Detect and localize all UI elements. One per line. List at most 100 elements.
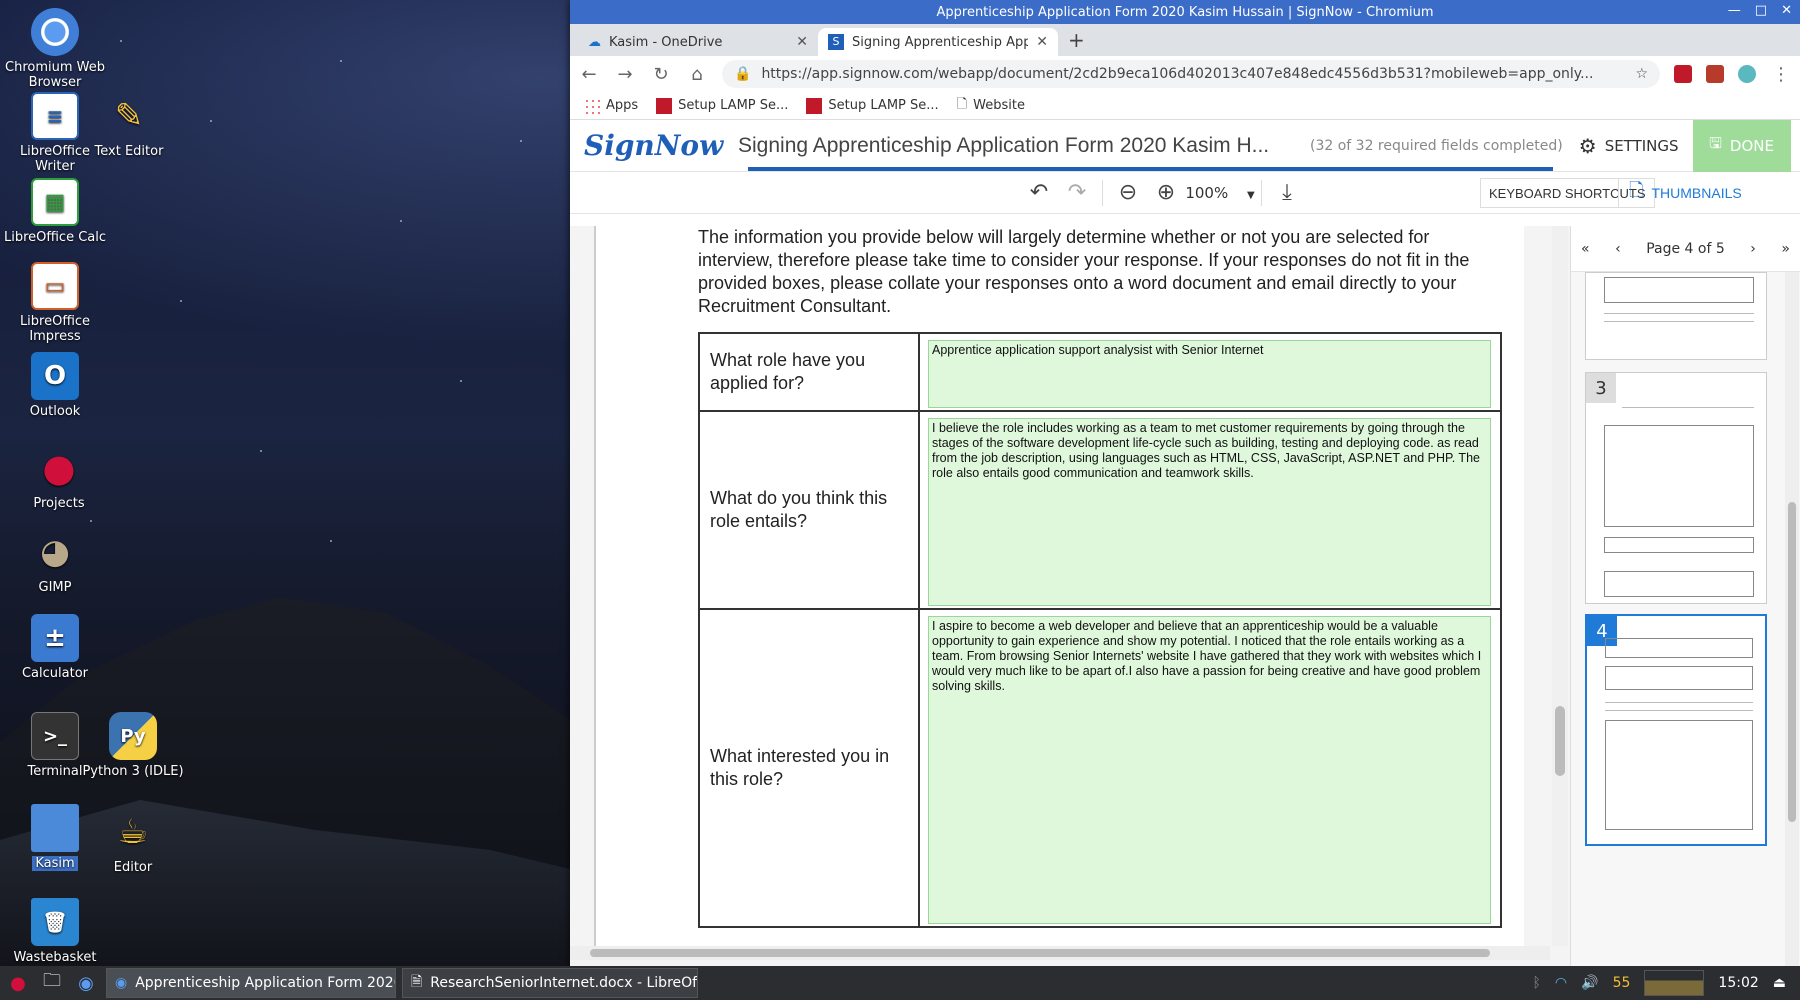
close-icon[interactable]: ✕ bbox=[1781, 3, 1792, 18]
document-page: The information you provide below will l… bbox=[594, 226, 1524, 946]
bookmark-apps[interactable]: Apps bbox=[584, 97, 639, 114]
question-cell: What do you think this role entails? bbox=[700, 412, 920, 608]
wifi-icon[interactable]: ◠ bbox=[1555, 975, 1567, 991]
desktop-icon-outlook[interactable]: O Outlook bbox=[0, 352, 110, 419]
tab-close-icon[interactable]: ✕ bbox=[796, 34, 808, 50]
maximize-icon[interactable]: □ bbox=[1755, 3, 1767, 18]
desktop-icon-libreoffice-impress[interactable]: ▭ LibreOffice Impress bbox=[0, 262, 110, 344]
desktop-icon-text-editor[interactable]: ✎ Text Editor bbox=[84, 92, 174, 159]
desktop-icon-label: LibreOffice Impress bbox=[19, 314, 91, 344]
taskbar-task-libreoffice[interactable]: 🗎 ResearchSeniorInternet.docx - LibreOff… bbox=[402, 968, 698, 998]
bookmark-website[interactable]: 🗋 Website bbox=[957, 95, 1025, 117]
chromium-icon bbox=[31, 8, 79, 56]
zoom-value: 100% bbox=[1185, 183, 1229, 202]
question-cell: What role have you applied for? bbox=[700, 334, 920, 410]
raspberry-menu-icon[interactable]: ● bbox=[4, 969, 32, 997]
tab-title: Kasim - OneDrive bbox=[609, 34, 723, 50]
bookmark-setup-lamp-1[interactable]: Setup LAMP Se... bbox=[656, 97, 788, 114]
page-thumbnail-2[interactable] bbox=[1585, 272, 1767, 360]
menu-kebab-icon[interactable]: ⋮ bbox=[1770, 64, 1792, 85]
minimize-icon[interactable]: — bbox=[1728, 3, 1741, 18]
volume-icon[interactable]: 🔊 bbox=[1581, 975, 1598, 991]
writer-icon: ≡ bbox=[31, 92, 79, 140]
tab-signnow[interactable]: S Signing Apprenticeship Application For… bbox=[818, 28, 1058, 56]
bookmarks-bar: Apps Setup LAMP Se... Setup LAMP Se... 🗋… bbox=[570, 92, 1800, 120]
thumbnails-button[interactable]: 🗋 THUMBNAILS bbox=[1618, 178, 1742, 208]
document-horizontal-scrollbar[interactable] bbox=[570, 946, 1550, 960]
desktop-icon-libreoffice-calc[interactable]: ▦ LibreOffice Calc bbox=[0, 178, 110, 245]
desktop-icon-editor[interactable]: ☕ Editor bbox=[78, 808, 188, 875]
pencil-icon: ✎ bbox=[114, 96, 144, 136]
extension-badge-icon[interactable] bbox=[1706, 65, 1724, 83]
clock[interactable]: 15:02 bbox=[1718, 975, 1758, 991]
bookmark-star-icon[interactable]: ☆ bbox=[1635, 66, 1648, 82]
signnow-logo[interactable]: SignNow bbox=[570, 129, 723, 162]
extension-icon[interactable] bbox=[1674, 65, 1692, 83]
writer-icon: 🗎 bbox=[411, 974, 423, 990]
settings-button[interactable]: ⚙ SETTINGS bbox=[1579, 134, 1679, 158]
document-toolbar: ↶ ↷ ⊖ ⊕ 100% ▼ ⤓ KEYBOARD SHORTCUTS 🗋 TH… bbox=[570, 172, 1800, 214]
back-icon[interactable]: ← bbox=[578, 64, 600, 85]
bluetooth-icon[interactable]: ᛒ bbox=[1533, 975, 1541, 991]
tab-title: Signing Apprenticeship Application Form bbox=[852, 34, 1029, 50]
tab-strip: ☁ Kasim - OneDrive ✕ S Signing Apprentic… bbox=[570, 24, 1800, 56]
window-title: Apprenticeship Application Form 2020 Kas… bbox=[936, 4, 1434, 20]
window-titlebar[interactable]: Apprenticeship Application Form 2020 Kas… bbox=[570, 0, 1800, 24]
done-button[interactable]: 🖫 DONE bbox=[1692, 119, 1791, 172]
settings-label: SETTINGS bbox=[1604, 136, 1679, 155]
next-page-icon[interactable]: › bbox=[1750, 241, 1756, 257]
page-thumbnail-4[interactable]: 4 bbox=[1585, 614, 1767, 846]
bookmark-label: Apps bbox=[606, 98, 639, 113]
terminal-icon: >_ bbox=[31, 712, 79, 760]
document-vertical-scrollbar[interactable] bbox=[1552, 226, 1568, 946]
document-viewer: The information you provide below will l… bbox=[570, 226, 1550, 946]
profile-avatar[interactable] bbox=[1738, 65, 1756, 83]
desktop-icon-calculator[interactable]: ± Calculator bbox=[0, 614, 110, 681]
bookmark-setup-lamp-2[interactable]: Setup LAMP Se... bbox=[806, 97, 939, 114]
prev-page-icon[interactable]: ‹ bbox=[1615, 241, 1621, 257]
bookmark-favicon-icon bbox=[656, 97, 673, 114]
questions-table: What role have you applied for? Apprenti… bbox=[698, 332, 1502, 928]
undo-icon[interactable]: ↶ bbox=[1020, 180, 1058, 205]
impress-icon: ▭ bbox=[31, 262, 79, 310]
thumbnails-label: THUMBNAILS bbox=[1651, 185, 1742, 201]
reload-icon[interactable]: ↻ bbox=[650, 64, 672, 85]
desktop-icon-python-idle[interactable]: Py Python 3 (IDLE) bbox=[78, 712, 188, 779]
desktop-icon-label: Chromium Web Browser bbox=[5, 60, 105, 90]
desktop-icon-wastebasket[interactable]: 🗑 Wastebasket bbox=[0, 898, 110, 965]
desktop-icon-gimp[interactable]: ◕ GIMP bbox=[0, 528, 110, 595]
desktop-icon-label: Calculator bbox=[21, 666, 88, 681]
forward-icon[interactable]: → bbox=[614, 64, 636, 85]
new-tab-icon[interactable]: + bbox=[1058, 28, 1095, 56]
thumbnails-scrollbar[interactable] bbox=[1785, 272, 1799, 966]
answer-field[interactable]: Apprentice application support analysist… bbox=[928, 340, 1491, 408]
chromium-launcher-icon[interactable]: ◉ bbox=[72, 969, 100, 997]
zoom-in-icon[interactable]: ⊕ bbox=[1147, 180, 1185, 205]
table-row: What do you think this role entails? I b… bbox=[700, 412, 1500, 610]
zoom-select[interactable]: 100% ▼ bbox=[1185, 184, 1255, 202]
eject-icon[interactable]: ⏏ bbox=[1773, 975, 1786, 991]
intro-paragraph: The information you provide below will l… bbox=[698, 227, 1470, 316]
desktop-icon-chromium[interactable]: Chromium Web Browser bbox=[0, 8, 110, 90]
first-page-icon[interactable]: « bbox=[1581, 241, 1590, 257]
file-manager-icon[interactable]: 🗀 bbox=[38, 969, 66, 997]
desktop-icon-projects[interactable]: ● Projects bbox=[4, 444, 114, 511]
desktop-icon-label: Python 3 (IDLE) bbox=[82, 764, 184, 779]
last-page-icon[interactable]: » bbox=[1781, 241, 1790, 257]
answer-field[interactable]: I aspire to become a web developer and b… bbox=[928, 616, 1491, 924]
address-bar[interactable]: 🔒 https://app.signnow.com/webapp/documen… bbox=[722, 60, 1660, 88]
page-thumbnail-3[interactable]: 3 bbox=[1585, 372, 1767, 604]
raspberry-icon: ● bbox=[42, 446, 76, 490]
answer-field[interactable]: I believe the role includes working as a… bbox=[928, 418, 1491, 606]
redo-icon[interactable]: ↷ bbox=[1058, 180, 1096, 205]
lock-icon: 🔒 bbox=[734, 66, 752, 82]
tab-close-icon[interactable]: ✕ bbox=[1036, 34, 1048, 50]
home-icon[interactable]: ⌂ bbox=[686, 64, 708, 85]
taskbar-task-chromium[interactable]: ◉ Apprenticeship Application Form 2020 .… bbox=[106, 968, 396, 998]
zoom-out-icon[interactable]: ⊖ bbox=[1109, 180, 1147, 205]
download-icon[interactable]: ⤓ bbox=[1268, 180, 1306, 205]
desktop-icon-label: Kasim bbox=[32, 856, 78, 871]
tab-onedrive[interactable]: ☁ Kasim - OneDrive ✕ bbox=[578, 28, 818, 56]
bookmark-favicon-icon bbox=[806, 97, 823, 114]
save-icon: 🖫 bbox=[1709, 134, 1722, 152]
